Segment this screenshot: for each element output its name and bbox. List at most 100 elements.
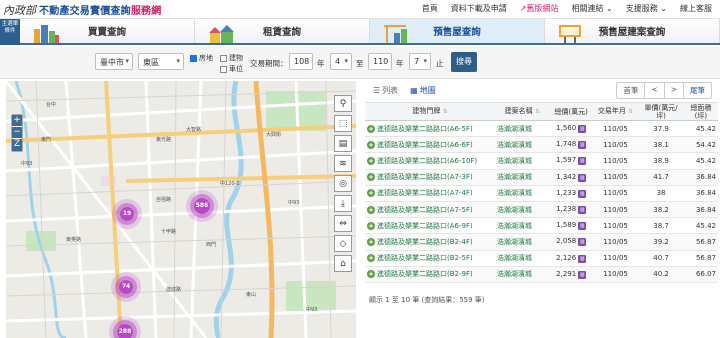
- table-row[interactable]: + 進德路及樂業二路路口(A7-5F) 浩瀚湖濱城 1,238 ▥ 110/05 38.2 3…: [365, 201, 718, 219]
- cell-project[interactable]: 浩瀚湖濱城: [494, 152, 550, 170]
- cell-address[interactable]: + 進德路及樂業二路路口(A7-5F): [365, 201, 495, 219]
- table-row[interactable]: + 進德路及樂業二路路口(A7-4F) 浩瀚湖濱城 1,233 ▥ 110/05 38 36.…: [365, 185, 718, 202]
- view-map-tab[interactable]: ▦ 地圖: [410, 85, 436, 96]
- cell-project[interactable]: 浩瀚湖濱城: [494, 250, 550, 267]
- cell-address[interactable]: + 進德路及樂業二路路口(A7-4F): [365, 185, 495, 202]
- cell-project[interactable]: 浩瀚湖濱城: [494, 217, 550, 235]
- view-list-tab[interactable]: ☰ 列表: [373, 85, 398, 96]
- city-select[interactable]: 臺中市 ▾: [95, 53, 133, 70]
- expand-icon[interactable]: +: [367, 124, 375, 133]
- month-from-select[interactable]: 4 ▾: [330, 53, 352, 70]
- tab-sales[interactable]: 買賣查詢: [20, 19, 195, 43]
- col-project[interactable]: 建案名稱 ⇅: [494, 102, 550, 121]
- checkbox-parking[interactable]: 車位: [220, 64, 243, 74]
- cell-project[interactable]: 浩瀚湖濱城: [494, 120, 550, 138]
- measure-icon[interactable]: ⇔: [334, 215, 352, 232]
- layer-icon[interactable]: ▤: [334, 135, 352, 152]
- zoom-out-button[interactable]: −: [12, 127, 22, 139]
- floorplan-icon[interactable]: ▥: [578, 189, 587, 198]
- nav-old-site[interactable]: ↗舊版網站: [520, 3, 559, 14]
- first-page-button[interactable]: 首筆: [617, 83, 646, 98]
- checkbox-building[interactable]: 建物: [220, 53, 243, 63]
- table-row[interactable]: + 進德路及樂業二路路口(A6-6F) 浩瀚湖濱城 1,748 ▥ 110/05 38.1 5…: [365, 136, 718, 154]
- year-from-input[interactable]: 108: [289, 53, 313, 70]
- map-view[interactable]: 中120-1 中93 中93 中93 自強路 十甲路 東英路 東光路 大智路 建…: [6, 81, 356, 338]
- tab-rental[interactable]: 租賃查詢: [195, 19, 370, 43]
- nav-home[interactable]: 首頁: [422, 3, 438, 14]
- expand-icon[interactable]: +: [367, 173, 375, 182]
- floorplan-icon[interactable]: ▥: [578, 254, 587, 263]
- col-area[interactable]: 總面積(坪): [683, 102, 718, 121]
- map-cluster[interactable]: 288: [117, 324, 133, 338]
- table-row[interactable]: + 進德路及樂業二路路口(A6-5F) 浩瀚湖濱城 1,560 ▥ 110/05 37.9 4…: [365, 120, 718, 138]
- map-cluster[interactable]: 19: [120, 207, 134, 221]
- floorplan-icon[interactable]: ▥: [578, 173, 587, 182]
- pin-search-icon[interactable]: ⚲: [334, 95, 352, 112]
- landmark-icon[interactable]: ⌂: [334, 255, 352, 272]
- reset-view-button[interactable]: Z: [12, 139, 22, 151]
- cell-address[interactable]: + 進德路及樂業二路路口(A6-10F): [365, 152, 495, 170]
- tab-presale[interactable]: 預售屋查詢: [370, 19, 545, 43]
- locate-icon[interactable]: ◎: [334, 175, 352, 192]
- cell-project[interactable]: 浩瀚湖濱城: [494, 185, 550, 202]
- month-to-select[interactable]: 7 ▾: [409, 53, 431, 70]
- expand-icon[interactable]: +: [367, 189, 375, 198]
- cell-project[interactable]: 浩瀚湖濱城: [494, 266, 550, 283]
- floorplan-icon[interactable]: ▥: [578, 141, 587, 150]
- nav-online-service[interactable]: 線上客服: [680, 3, 712, 14]
- col-date[interactable]: 交易年月 ⇅: [592, 102, 639, 121]
- table-row[interactable]: + 進德路及樂業二路路口(A7-3F) 浩瀚湖濱城 1,342 ▥ 110/05 41.7 3…: [365, 169, 718, 186]
- search-button[interactable]: 搜尋: [451, 52, 477, 72]
- area-select-icon[interactable]: ⬚: [334, 115, 352, 132]
- tab-presale-project[interactable]: 預售屋建案查詢: [545, 19, 720, 43]
- eraser-icon[interactable]: ◇: [334, 235, 352, 252]
- map-cluster[interactable]: 74: [119, 280, 133, 294]
- expand-icon[interactable]: +: [367, 221, 375, 230]
- col-address[interactable]: 建物門牌 ⇅: [365, 102, 495, 121]
- layers-stack-icon[interactable]: ≋: [334, 155, 352, 172]
- nav-links[interactable]: 相關連結 ⌄: [572, 3, 613, 14]
- expand-icon[interactable]: +: [367, 140, 375, 149]
- year-to-input[interactable]: 110: [368, 53, 392, 70]
- cell-address[interactable]: + 進德路及樂業二路路口(B2-9F): [365, 266, 495, 283]
- cell-address[interactable]: + 進德路及樂業二路路口(B2-5F): [365, 250, 495, 267]
- site-logo[interactable]: 內政部 不動產交易實價查詢服務網: [3, 2, 161, 18]
- district-select[interactable]: 東區 ▾: [138, 53, 184, 70]
- table-row[interactable]: + 進德路及樂業二路路口(A6-9F) 浩瀚湖濱城 1,589 ▥ 110/05 38.7 4…: [365, 217, 718, 235]
- map-cluster[interactable]: 586: [194, 198, 210, 214]
- prev-page-button[interactable]: <: [645, 83, 665, 98]
- cell-address[interactable]: + 進德路及樂業二路路口(A6-5F): [365, 120, 495, 138]
- download-icon[interactable]: ⤓: [334, 195, 352, 212]
- table-row[interactable]: + 進德路及樂業二路路口(B2-9F) 浩瀚湖濱城 2,291 ▥ 110/05 40.2 6…: [365, 266, 718, 283]
- checkbox-house[interactable]: 房地: [190, 53, 213, 63]
- last-page-button[interactable]: 尾筆: [684, 83, 711, 98]
- cell-address[interactable]: + 進德路及樂業二路路口(B2-4F): [365, 233, 495, 251]
- cell-address[interactable]: + 進德路及樂業二路路口(A6-9F): [365, 217, 495, 235]
- expand-icon[interactable]: +: [367, 270, 375, 279]
- cell-project[interactable]: 浩瀚湖濱城: [494, 136, 550, 154]
- floorplan-icon[interactable]: ▥: [578, 222, 587, 231]
- cell-project[interactable]: 浩瀚湖濱城: [494, 233, 550, 251]
- nav-download[interactable]: 資料下載及申請: [451, 3, 507, 14]
- table-row[interactable]: + 進德路及樂業二路路口(B2-4F) 浩瀚湖濱城 2,058 ▥ 110/05 39.2 5…: [365, 233, 718, 251]
- floorplan-icon[interactable]: ▥: [578, 238, 587, 247]
- next-page-button[interactable]: >: [665, 83, 684, 98]
- floorplan-icon[interactable]: ▥: [578, 125, 587, 134]
- cell-address[interactable]: + 進德路及樂業二路路口(A6-6F): [365, 136, 495, 154]
- table-row[interactable]: + 進德路及樂業二路路口(A6-10F) 浩瀚湖濱城 1,597 ▥ 110/05 38.9…: [365, 152, 718, 170]
- col-price[interactable]: 總價(萬元): [549, 102, 593, 121]
- nav-support[interactable]: 支援服務 ⌄: [626, 3, 667, 14]
- expand-icon[interactable]: +: [367, 237, 375, 246]
- main-menu-toggle[interactable]: 主選單條件: [0, 19, 20, 45]
- expand-icon[interactable]: +: [367, 205, 375, 214]
- floorplan-icon[interactable]: ▥: [578, 270, 587, 279]
- expand-icon[interactable]: +: [367, 254, 375, 263]
- floorplan-icon[interactable]: ▥: [578, 206, 587, 215]
- table-row[interactable]: + 進德路及樂業二路路口(B2-5F) 浩瀚湖濱城 2,126 ▥ 110/05 40.7 5…: [365, 250, 718, 267]
- floorplan-icon[interactable]: ▥: [578, 157, 587, 166]
- cell-address[interactable]: + 進德路及樂業二路路口(A7-3F): [365, 169, 495, 186]
- cell-project[interactable]: 浩瀚湖濱城: [494, 201, 550, 219]
- col-unit-price[interactable]: 單價(萬元/坪): [638, 102, 684, 121]
- cell-project[interactable]: 浩瀚湖濱城: [494, 169, 550, 186]
- zoom-in-button[interactable]: +: [12, 115, 22, 127]
